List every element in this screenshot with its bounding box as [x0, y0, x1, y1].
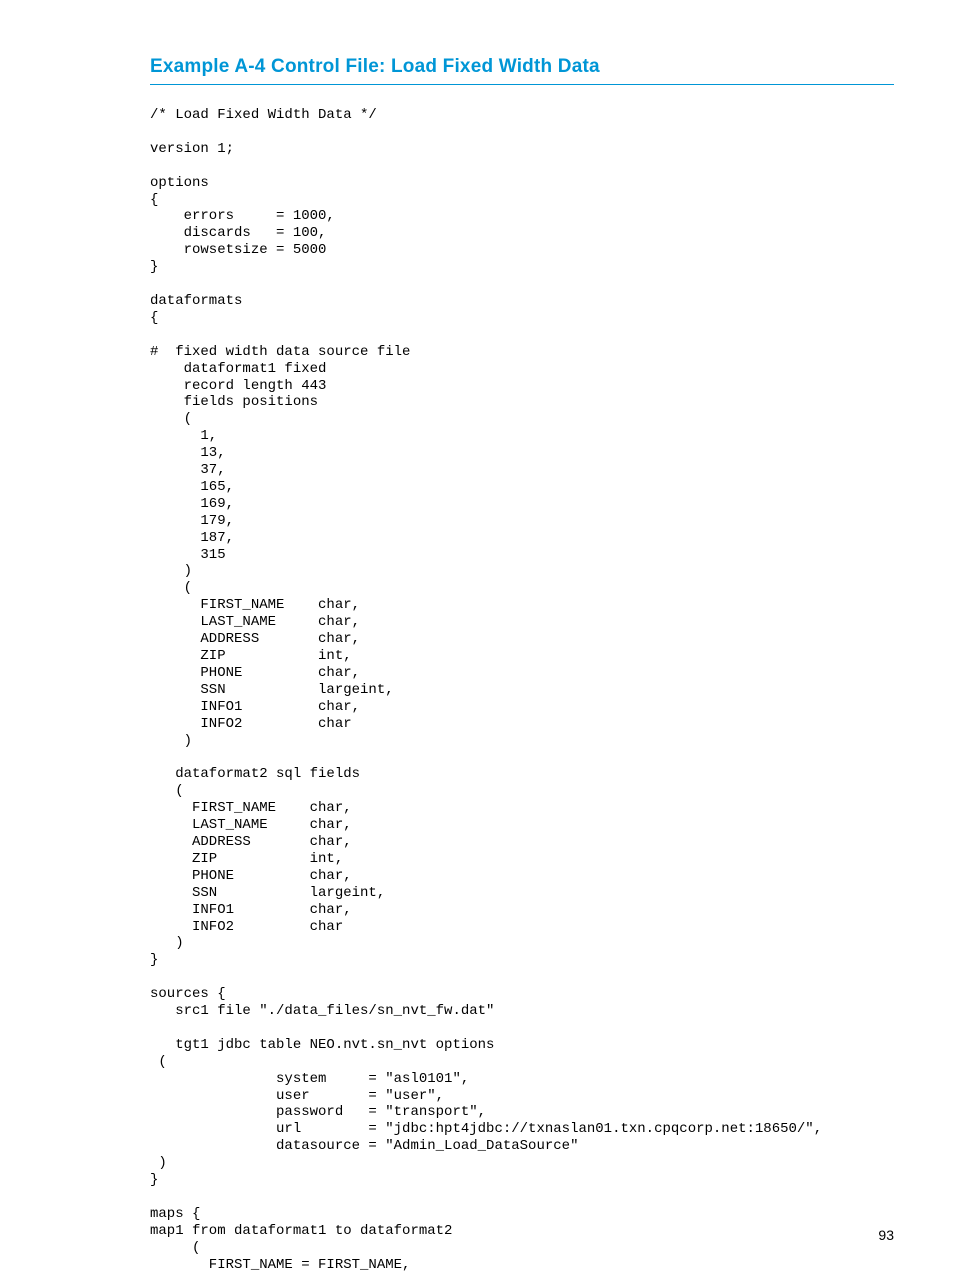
page-number: 93 [878, 1227, 894, 1243]
heading-rule [150, 84, 894, 85]
page-container: Example A-4 Control File: Load Fixed Wid… [0, 0, 954, 1271]
code-block: /* Load Fixed Width Data */ version 1; o… [150, 107, 894, 1274]
section-heading: Example A-4 Control File: Load Fixed Wid… [150, 56, 894, 78]
